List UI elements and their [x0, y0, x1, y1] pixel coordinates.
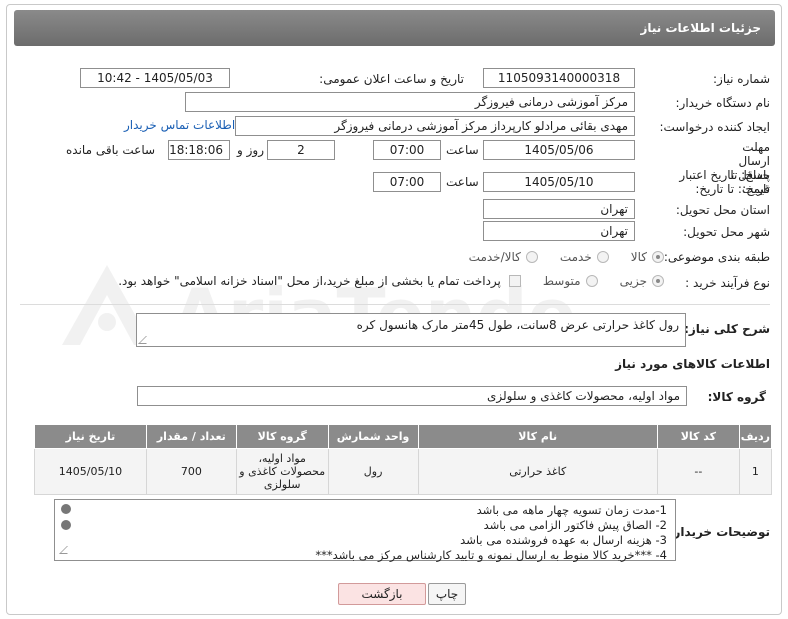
delivery-province-field[interactable]: تهران	[483, 199, 635, 219]
delivery-city-label: شهر محل تحویل:	[683, 225, 770, 239]
process-option-medium: متوسط	[542, 274, 581, 288]
cell-row: 1	[738, 448, 773, 495]
category-option-goods: کالا	[630, 250, 647, 264]
remaining-time-field[interactable]: 18:18:06	[168, 140, 230, 160]
delivery-province-label: استان محل تحویل:	[675, 203, 770, 217]
cell-group: مواد اولیه، محصولات کاغذی و سلولزی	[235, 448, 329, 495]
category-option-service: خدمت	[559, 250, 592, 264]
process-radio-medium[interactable]	[585, 275, 598, 287]
reply-date-field[interactable]: 1405/05/06	[483, 140, 635, 160]
cell-unit: رول	[327, 448, 419, 495]
divider	[20, 304, 770, 305]
col-name: نام کالا	[417, 424, 658, 449]
buyer-org-field[interactable]: مرکز آموزشی درمانی فیروزگر	[185, 92, 635, 112]
days-label: روز و	[237, 143, 264, 157]
cell-date: 1405/05/10	[34, 448, 147, 495]
reply-time-field[interactable]: 07:00	[373, 140, 441, 160]
goods-table: ردیف کد کالا نام کالا واحد شمارش گروه کا…	[34, 424, 773, 495]
buyer-notes-label: توضیحات خریدار:	[668, 525, 770, 539]
back-button[interactable]: بازگشت	[338, 583, 426, 605]
print-button[interactable]: چاپ	[428, 583, 466, 605]
category-radio-service[interactable]	[596, 251, 609, 263]
category-radio-goods-service[interactable]	[525, 251, 538, 263]
goods-group-label: گروه کالا:	[707, 390, 766, 404]
process-label: نوع فرآیند خرید :	[685, 276, 770, 290]
process-option-minor: جزیی	[619, 274, 647, 288]
scroll-up-icon[interactable]	[61, 504, 71, 514]
col-qty: تعداد / مقدار	[145, 424, 237, 449]
need-number-field[interactable]: 1105093140000318	[483, 68, 635, 88]
col-code: کد کالا	[656, 424, 740, 449]
process-radio-minor[interactable]	[652, 275, 664, 287]
col-row: ردیف	[738, 424, 773, 449]
price-validity-time-label: ساعت	[446, 175, 479, 189]
cell-code: --	[656, 448, 740, 495]
note-line-4: 4- ***خرید کالا منوط به ارسال نمونه و تا…	[315, 548, 667, 562]
goods-section-title: اطلاعات کالاهای مورد نیاز	[615, 357, 770, 371]
cell-name: کاغذ حرارتی	[417, 448, 658, 495]
page-title: جزئیات اطلاعات نیاز	[14, 10, 775, 46]
remaining-label: ساعت باقی مانده	[66, 143, 156, 157]
requester-field[interactable]: مهدی بقائی مرادلو کارپرداز مرکز آموزشی د…	[235, 116, 635, 136]
description-label: شرح کلی نیاز:	[684, 322, 770, 336]
col-group: گروه کالا	[235, 424, 329, 449]
treasury-checkbox[interactable]	[508, 275, 521, 287]
note-line-1: 1-مدت زمان تسویه چهار ماهه می باشد	[476, 503, 667, 517]
goods-group-field[interactable]: مواد اولیه، محصولات کاغذی و سلولزی	[137, 386, 687, 406]
buyer-org-label: نام دستگاه خریدار:	[675, 96, 771, 110]
note-line-2: 2- الصاق پیش فاکتور الزامی می باشد	[483, 518, 667, 532]
table-row[interactable]: 1 -- کاغذ حرارتی رول مواد اولیه، محصولات…	[34, 448, 773, 495]
buyer-notes-field[interactable]: 1-مدت زمان تسویه چهار ماهه می باشد 2- ال…	[54, 499, 676, 562]
process-radio-group: جزیی متوسط پرداخت تمام یا بخشی از مبلغ خ…	[118, 274, 664, 288]
requester-label: ایجاد کننده درخواست:	[659, 120, 770, 134]
notes-resize-icon[interactable]	[59, 546, 75, 554]
days-field[interactable]: 2	[267, 140, 335, 160]
category-radio-goods[interactable]	[652, 251, 664, 263]
delivery-city-field[interactable]: تهران	[483, 221, 635, 241]
col-date: تاریخ نیاز	[34, 424, 147, 449]
buyer-contact-link[interactable]: اطلاعات تماس خریدار	[124, 118, 235, 132]
price-validity-label: حداقل تاریخ اعتبار قیمت: تا تاریخ:	[679, 168, 770, 196]
price-validity-time-field[interactable]: 07:00	[373, 172, 441, 192]
note-line-3: 3- هزینه ارسال به عهده فروشنده می باشد	[460, 533, 667, 547]
need-number-label: شماره نیاز:	[713, 72, 770, 86]
announce-label: تاریخ و ساعت اعلان عمومی:	[319, 72, 464, 86]
category-option-goods-service: کالا/خدمت	[468, 250, 521, 264]
scroll-thumb-icon[interactable]	[61, 520, 71, 530]
payment-note: پرداخت تمام یا بخشی از مبلغ خرید،از محل …	[118, 274, 501, 288]
category-radio-group: کالا خدمت کالا/خدمت	[447, 250, 664, 264]
cell-qty: 700	[145, 448, 237, 495]
goods-table-header: ردیف کد کالا نام کالا واحد شمارش گروه کا…	[34, 424, 773, 449]
price-validity-date-field[interactable]: 1405/05/10	[483, 172, 635, 192]
category-label: طبقه بندی موضوعی:	[663, 250, 770, 264]
description-field[interactable]: رول کاغذ حرارتی عرض 8سانت، طول 45متر مار…	[136, 313, 686, 347]
reply-time-label: ساعت	[446, 143, 479, 157]
announce-field[interactable]: 1405/05/03 - 10:42	[80, 68, 230, 88]
col-unit: واحد شمارش	[327, 424, 419, 449]
